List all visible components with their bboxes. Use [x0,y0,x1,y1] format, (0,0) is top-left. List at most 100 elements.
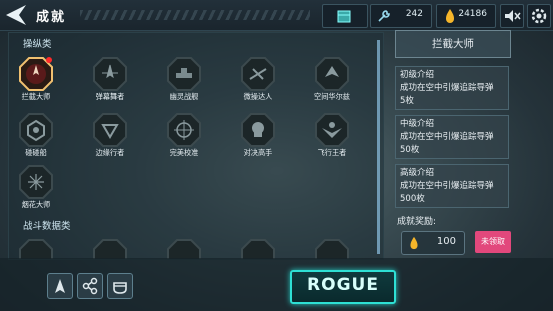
reward-label: 成就奖励: [397,217,437,227]
achievement-item[interactable] [89,239,131,259]
ship-button[interactable] [47,273,73,299]
achievement-list-panel[interactable]: 操纵类 拦截大师 弹幕舞者 幽灵战舰 微操达人 空间华尔兹 碰碰船 边缘行者 完… [8,32,384,260]
level-basic: 初级介绍 成功在空中引爆追踪导弹 5枚 [395,66,509,110]
header-decoration [80,10,310,20]
crate-resource[interactable] [322,4,368,28]
locked-medal-icon [93,239,127,259]
micro-control-icon [241,57,275,91]
achievement-label: 空间华尔兹 [314,92,350,101]
achievement-label: 微操达人 [243,92,273,101]
level-amount: 5枚 [400,96,414,106]
medal [19,57,53,91]
medal [241,57,275,91]
level-desc: 成功在空中引爆追踪导弹 [400,83,494,93]
locked-medal-icon [167,239,201,259]
achievement-item[interactable]: 拦截大师 [15,57,57,102]
medal [93,239,127,259]
settings-button[interactable] [527,4,551,28]
achievement-label: 烟花大师 [21,200,51,209]
achievement-item[interactable]: 空间华尔兹 [311,57,353,102]
medal [315,239,349,259]
medal [93,113,127,147]
reward-box: 100 [401,231,465,255]
level-amount: 50枚 [400,145,420,155]
medal [241,239,275,259]
achievement-label: 完美校准 [169,148,199,157]
gold-drop-icon [446,9,454,23]
edge-walker-icon [93,113,127,147]
medal [167,113,201,147]
achievement-item[interactable]: 碰碰船 [15,113,57,158]
wrench-count: 242 [405,9,423,19]
detail-title: 拦截大师 [395,30,511,58]
achievement-label: 碰碰船 [25,148,47,157]
achievement-item[interactable] [311,239,353,259]
gold-drop-icon [410,236,418,250]
level-name: 初级介绍 [400,70,435,80]
locked-medal-icon [19,239,53,259]
barrage-dancer-icon [93,57,127,91]
crosshair-icon [167,113,201,147]
supply-crate-icon [337,10,351,23]
skull-icon [241,113,275,147]
gold-resource[interactable]: 24186 [436,4,496,28]
category-combat-data: 战斗数据类 [23,221,71,232]
page-title: 成就 [36,10,67,25]
level-intermediate: 中级介绍 成功在空中引爆追踪导弹 50枚 [395,115,509,159]
locked-medal-icon [315,239,349,259]
level-desc: 成功在空中引爆追踪导弹 [400,181,494,191]
level-name: 中级介绍 [400,119,435,129]
fireworks-icon [19,165,53,199]
level-name: 高级介绍 [400,168,435,178]
new-badge [46,57,52,63]
back-arrow-icon [6,5,26,25]
claim-button[interactable]: 未领取 [475,231,511,253]
mute-button[interactable] [500,4,524,28]
achievement-label: 飞行王者 [317,148,347,157]
medal [241,113,275,147]
wrench-resource[interactable]: 242 [370,4,432,28]
achievement-item[interactable]: 飞行王者 [311,113,353,158]
settings-icon [531,8,547,24]
top-bar: 成就 242 24186 [0,0,553,31]
achievement-label: 拦截大师 [21,92,51,101]
share-icon [82,277,98,295]
medal [19,165,53,199]
medal [19,239,53,259]
achievement-item[interactable]: 烟花大师 [15,165,57,210]
medal [167,239,201,259]
achievement-item[interactable]: 弹幕舞者 [89,57,131,102]
ghost-ship-icon [167,57,201,91]
medal [315,57,349,91]
medal [167,57,201,91]
helmet-icon [113,282,127,294]
achievement-item[interactable]: 微操达人 [237,57,279,102]
achievement-label: 弹幕舞者 [95,92,125,101]
space-waltz-icon [315,57,349,91]
back-button[interactable] [4,3,30,27]
bumper-ship-icon [19,113,53,147]
achievement-item[interactable]: 幽灵战舰 [163,57,205,102]
achievement-label: 对决高手 [243,148,273,157]
share-button[interactable] [77,273,103,299]
locked-medal-icon [241,239,275,259]
achievement-item[interactable]: 对决高手 [237,113,279,158]
achievement-item[interactable] [237,239,279,259]
medal [315,113,349,147]
winged-emblem-icon [315,113,349,147]
achievement-item[interactable]: 边缘行者 [89,113,131,158]
achievement-item[interactable] [163,239,205,259]
level-advanced: 高级介绍 成功在空中引爆追踪导弹 500枚 [395,164,509,208]
level-amount: 500枚 [400,194,425,204]
helmet-button[interactable] [107,273,133,299]
achievement-item[interactable] [15,239,57,259]
medal [19,113,53,147]
gold-count: 24186 [458,9,487,19]
achievement-item[interactable]: 完美校准 [163,113,205,158]
mute-icon [505,10,521,22]
rogue-button[interactable]: ROGUE [290,270,396,304]
list-scrollbar[interactable] [377,40,380,254]
category-operation: 操纵类 [23,39,52,50]
level-desc: 成功在空中引爆追踪导弹 [400,132,494,142]
achievement-detail-panel: 拦截大师 初级介绍 成功在空中引爆追踪导弹 5枚 中级介绍 成功在空中引爆追踪导… [389,30,519,258]
